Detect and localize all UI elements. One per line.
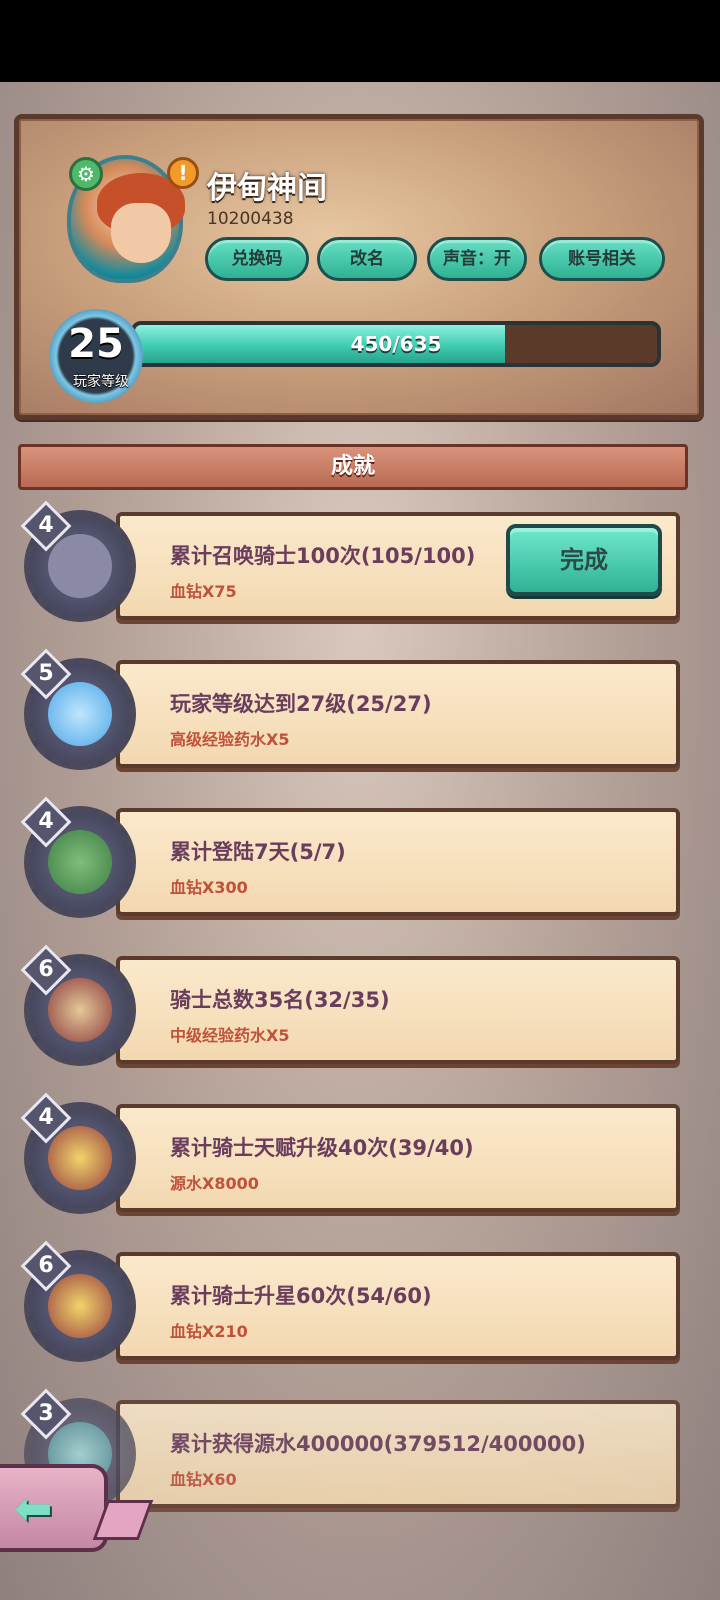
complete-button[interactable]: 完成 [506,524,662,596]
back-arrow-icon: ⬅ [14,1481,53,1535]
tier-number: 5 [38,661,54,686]
tier-number: 6 [38,957,54,982]
achievement-row: 累计骑士升星60次(54/60) 血钻X210 6 [18,1240,690,1378]
achievement-reward: 血钻X75 [170,582,237,601]
achievement-reward: 高级经验药水X5 [170,730,290,749]
achievement-title: 累计获得源水400000(379512/400000) [170,1432,586,1456]
achievement-row: 累计登陆7天(5/7) 血钻X300 4 [18,796,690,934]
avatar-container[interactable]: ⚙ ! [55,149,199,299]
status-bar [0,0,720,82]
profile-button-row: 兑换码 改名 声音：开 账号相关 [205,237,681,283]
achievement-title: 累计骑士升星60次(54/60) [170,1284,432,1308]
xp-progress-bar: 450/635 [131,321,661,367]
gear-icon[interactable]: ⚙ [69,157,103,191]
achievement-row: 累计召唤骑士100次(105/100) 血钻X75 4 完成 [18,500,690,638]
account-button[interactable]: 账号相关 [539,237,665,281]
tier-number: 4 [38,513,54,538]
achievement-reward: 血钻X210 [170,1322,248,1341]
achievement-title: 累计登陆7天(5/7) [170,840,346,864]
level-label: 玩家等级 [73,374,129,390]
section-title: 成就 [330,454,375,479]
achievement-title: 玩家等级达到27级(25/27) [170,692,432,716]
xp-progress-text: 450/635 [350,332,442,356]
achievement-reward: 中级经验药水X5 [170,1026,290,1045]
tier-number: 3 [38,1401,54,1426]
sound-toggle-button[interactable]: 声音：开 [427,237,527,281]
achievements-header: 成就 [18,444,688,490]
achievement-card: 累计登陆7天(5/7) 血钻X300 [116,808,680,916]
tier-number: 4 [38,809,54,834]
redeem-code-button[interactable]: 兑换码 [205,237,309,281]
achievement-row: 骑士总数35名(32/35) 中级经验药水X5 6 [18,944,690,1082]
exclamation-icon: ! [167,157,199,189]
achievement-list[interactable]: 累计召唤骑士100次(105/100) 血钻X75 4 完成 玩家等级达到27级… [0,500,720,1600]
avatar-face [111,203,171,263]
achievement-title: 累计骑士天赋升级40次(39/40) [170,1136,474,1160]
player-name: 伊甸神间 [207,171,327,206]
achievement-card: 累计骑士升星60次(54/60) 血钻X210 [116,1252,680,1360]
achievement-reward: 血钻X60 [170,1470,237,1489]
tier-number: 6 [38,1253,54,1278]
player-level: 25 [68,321,124,367]
rename-button[interactable]: 改名 [317,237,417,281]
achievement-row: 累计骑士天赋升级40次(39/40) 源水X8000 4 [18,1092,690,1230]
achievement-card: 玩家等级达到27级(25/27) 高级经验药水X5 [116,660,680,768]
tier-number: 4 [38,1105,54,1130]
achievement-title: 累计召唤骑士100次(105/100) [170,544,476,568]
achievement-card: 累计获得源水400000(379512/400000) 血钻X60 [116,1400,680,1508]
achievement-reward: 源水X8000 [170,1174,259,1193]
achievement-card: 累计骑士天赋升级40次(39/40) 源水X8000 [116,1104,680,1212]
achievement-row: 玩家等级达到27级(25/27) 高级经验药水X5 5 [18,648,690,786]
achievement-reward: 血钻X300 [170,878,248,897]
profile-panel: ⚙ ! 伊甸神间 10200438 兑换码 改名 声音：开 账号相关 450/6… [14,114,704,420]
achievement-title: 骑士总数35名(32/35) [170,988,390,1012]
player-id: 10200438 [207,209,294,229]
achievement-card: 骑士总数35名(32/35) 中级经验药水X5 [116,956,680,1064]
